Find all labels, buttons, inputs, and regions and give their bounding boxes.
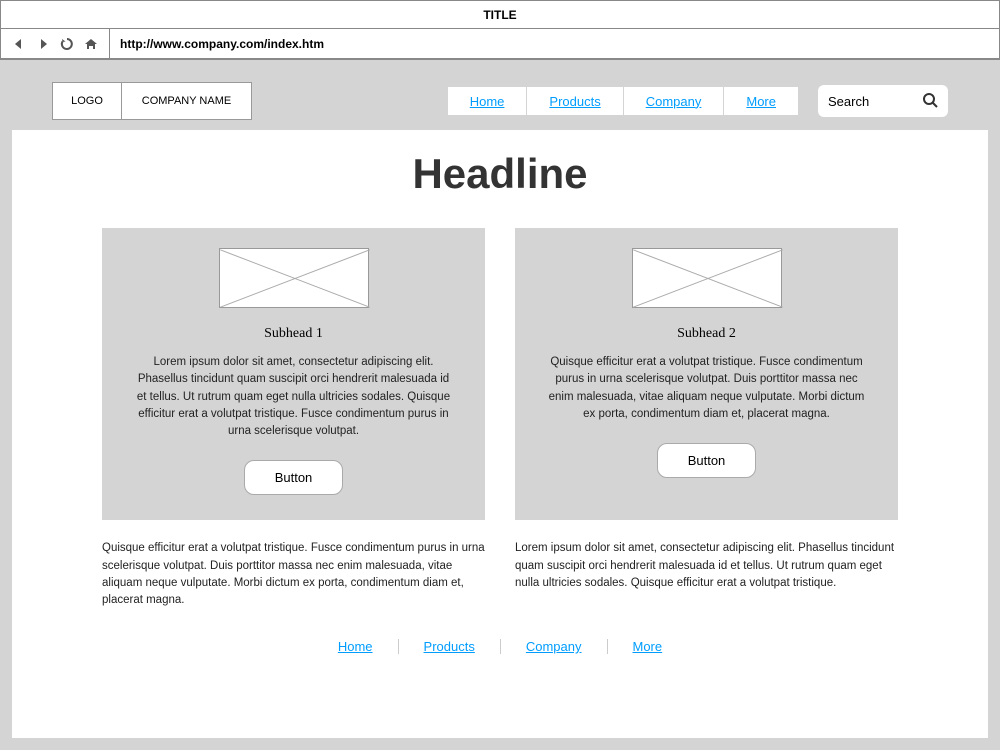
- lower-text-1: Quisque efficitur erat a volutpat tristi…: [102, 540, 485, 609]
- nav-products[interactable]: Products: [527, 87, 623, 115]
- browser-toolbar: http://www.company.com/index.htm: [1, 29, 999, 59]
- footer-more[interactable]: More: [608, 639, 688, 654]
- page-headline: Headline: [102, 150, 898, 198]
- footer-company[interactable]: Company: [501, 639, 608, 654]
- card-2: Subhead 2 Quisque efficitur erat a volut…: [515, 228, 898, 520]
- nav-company[interactable]: Company: [624, 87, 725, 115]
- window-title: TITLE: [1, 1, 999, 29]
- home-button[interactable]: [83, 36, 99, 52]
- logo[interactable]: LOGO: [52, 82, 122, 120]
- footer-products[interactable]: Products: [399, 639, 501, 654]
- image-placeholder-icon: [632, 248, 782, 308]
- url-bar[interactable]: http://www.company.com/index.htm: [109, 29, 999, 58]
- card-1-text: Lorem ipsum dolor sit amet, consectetur …: [132, 354, 455, 440]
- card-2-text: Quisque efficitur erat a volutpat tristi…: [545, 354, 868, 423]
- card-1-subhead: Subhead 1: [264, 326, 323, 342]
- nav-more[interactable]: More: [724, 87, 798, 115]
- company-name: COMPANY NAME: [122, 82, 252, 120]
- image-placeholder-icon: [219, 248, 369, 308]
- search-input[interactable]: Search: [818, 85, 948, 117]
- card-2-subhead: Subhead 2: [677, 326, 736, 342]
- card-1: Subhead 1 Lorem ipsum dolor sit amet, co…: [102, 228, 485, 520]
- nav-home[interactable]: Home: [448, 87, 528, 115]
- site-header: LOGO COMPANY NAME Home Products Company …: [12, 72, 988, 130]
- footer-nav: Home Products Company More: [102, 639, 898, 654]
- back-button[interactable]: [11, 36, 27, 52]
- search-placeholder: Search: [828, 94, 869, 109]
- main-nav: Home Products Company More: [448, 87, 798, 115]
- search-icon[interactable]: [922, 92, 938, 111]
- footer-home[interactable]: Home: [313, 639, 399, 654]
- reload-button[interactable]: [59, 36, 75, 52]
- card-1-button[interactable]: Button: [244, 460, 344, 495]
- card-2-button[interactable]: Button: [657, 443, 757, 478]
- lower-text-2: Lorem ipsum dolor sit amet, consectetur …: [515, 540, 898, 609]
- forward-button[interactable]: [35, 36, 51, 52]
